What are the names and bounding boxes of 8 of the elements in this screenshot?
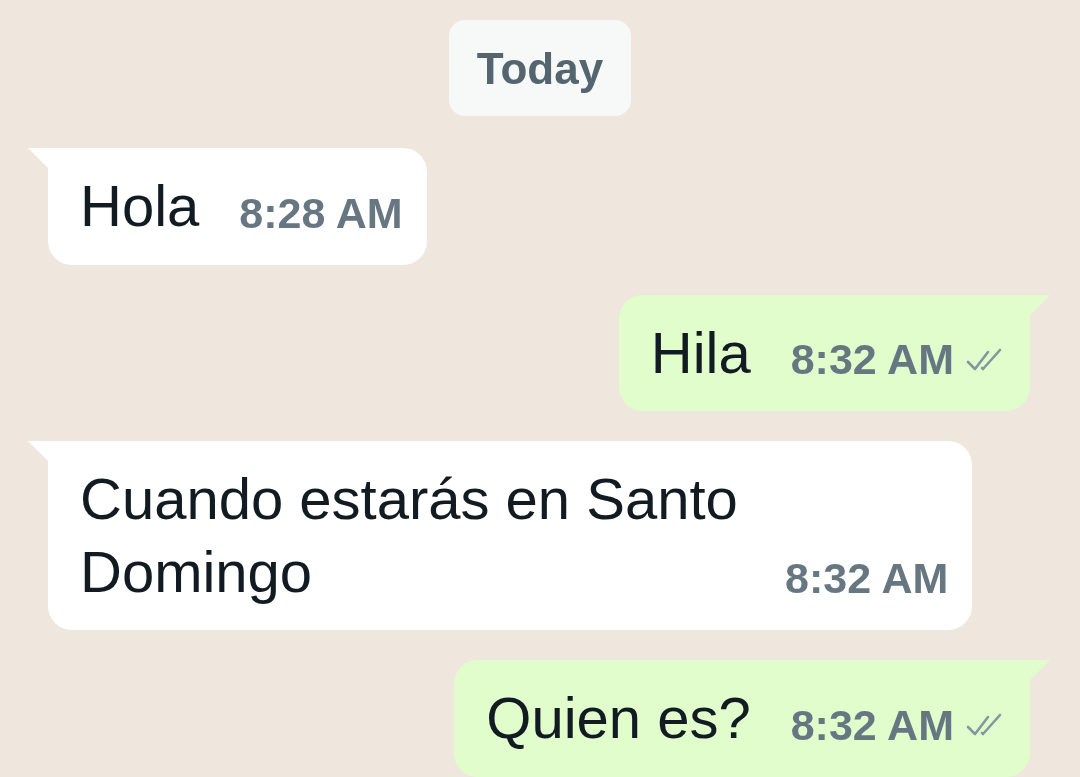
message-time: 8:32 AM <box>790 703 954 747</box>
message-time: 8:32 AM <box>790 338 954 381</box>
message-time: 8:32 AM <box>785 557 949 600</box>
message-text: Hola <box>80 172 200 240</box>
message-text: Cuando estarás en Santo Domingo <box>80 465 739 606</box>
message-text: Quien es? <box>486 684 751 752</box>
message-text: Hila <box>650 318 751 387</box>
message-time: 8:28 AM <box>239 191 403 235</box>
